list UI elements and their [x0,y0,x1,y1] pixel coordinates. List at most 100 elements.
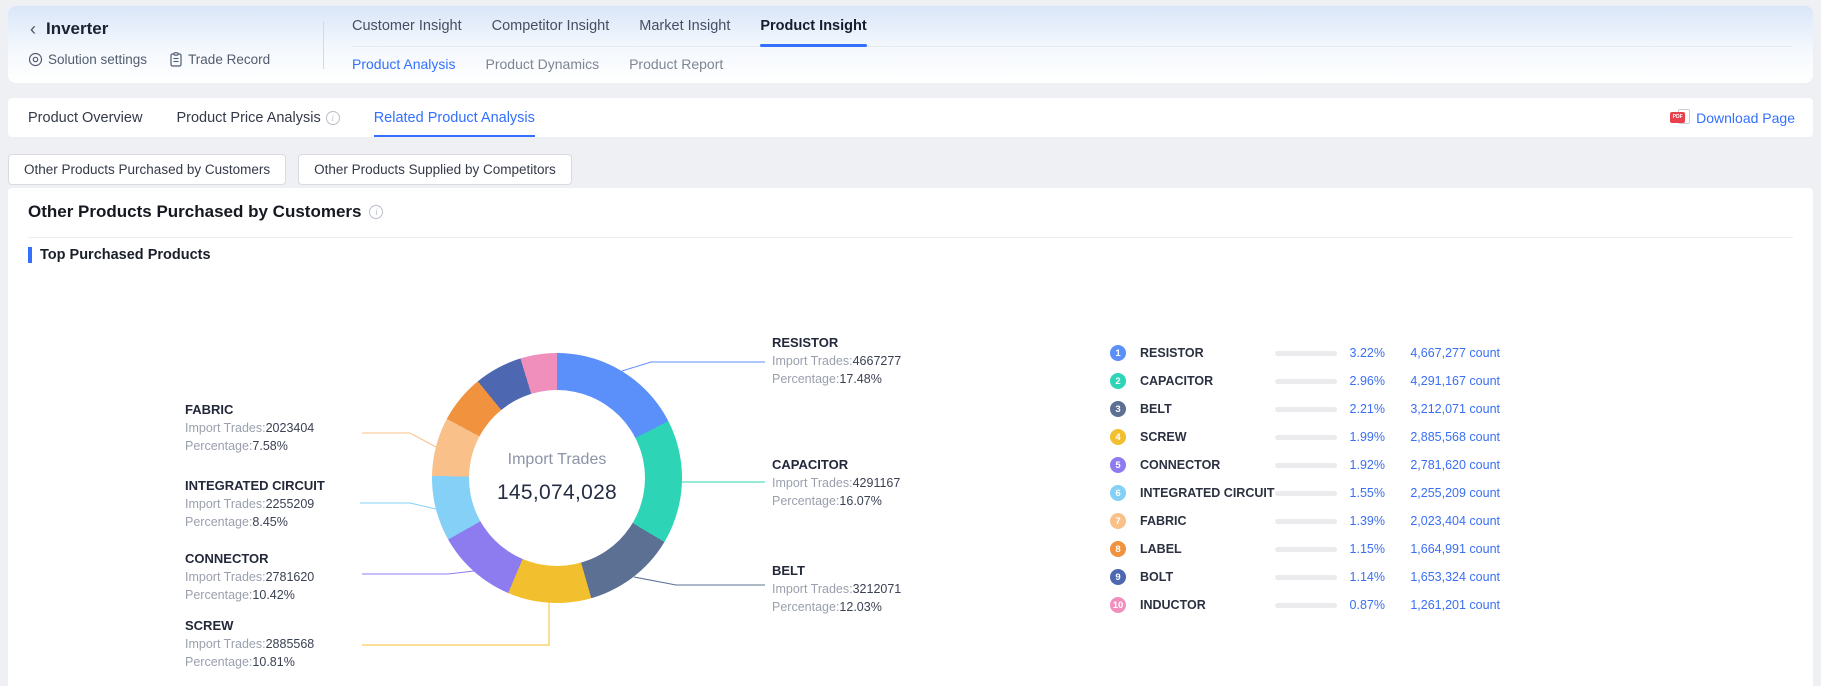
ranking-row: 10INDUCTOR0.87%1,261,201 count [1110,591,1500,619]
rank-badge: 5 [1110,457,1126,473]
chart-callout: CONNECTORImport Trades:2781620Percentage… [185,551,385,604]
page-title: Inverter [46,19,108,39]
subtab-product-dynamics[interactable]: Product Dynamics [486,56,600,72]
callout-percentage: Percentage:12.03% [772,599,972,617]
ranking-row: 8 LABEL 1.15% 1,664,991 count [1110,535,1500,563]
analysis-toolbar-card: Product Overview Product Price Analysis … [8,98,1813,137]
product-subtabs: Product Analysis Product Dynamics Produc… [352,47,1793,81]
callout-percentage: Percentage:17.48% [772,371,972,389]
rank-count: 2,023,404 count [1395,514,1500,528]
rank-count: 2,885,568 count [1395,430,1500,444]
callout-import-trades: Import Trades:3212071 [772,581,972,599]
ranking-row: 1RESISTOR3.22%4,667,277 count [1110,339,1500,367]
callout-import-trades: Import Trades:4291167 [772,475,972,493]
ranking-row: 3BELT2.21%3,212,071 count [1110,395,1500,423]
gear-icon [28,52,43,67]
rank-share-percent: 1.99% [1310,430,1385,444]
donut-center-value: 145,074,028 [497,481,617,505]
rank-count: 4,667,277 count [1395,346,1500,360]
rank-count: 2,781,620 count [1395,458,1500,472]
pdf-icon: PDF [1670,109,1690,127]
divider [28,237,1793,238]
info-icon[interactable]: i [369,205,383,219]
rank-product-name: INTEGRATED CIRCUIT [1140,486,1275,500]
subtab-product-report[interactable]: Product Report [629,56,723,72]
rank-count: 1,664,991 count [1395,542,1500,556]
rank-share-percent: 3.22% [1310,346,1385,360]
rank-share-percent: 2.21% [1310,402,1385,416]
callout-import-trades: Import Trades:2255209 [185,496,385,514]
ranking-row: 6INTEGRATED CIRCUIT1.55%2,255,209 count [1110,479,1500,507]
chart-callout: RESISTOR Import Trades:4667277Percentage:… [772,335,972,388]
trade-record-button[interactable]: Trade Record [169,52,270,67]
ranking-row: 2 CAPACITOR 2.96% 4,291,167 count [1110,367,1500,395]
donut-chart-area: Import Trades 145,074,028 FABRIC Import T… [8,270,1813,686]
chart-callout: FABRIC Import Trades:2023404Percentage:7.… [185,402,385,455]
back-icon[interactable]: ‹ [28,20,38,38]
download-page-button[interactable]: PDF Download Page [1670,98,1795,137]
donut-center: Import Trades 145,074,028 [469,390,645,566]
rank-count: 4,291,167 count [1395,374,1500,388]
rank-product-name: FABRIC [1140,514,1187,528]
tab-customer-insight[interactable]: Customer Insight [352,6,462,46]
ranking-row: 4 SCREW 1.99% 2,885,568 count [1110,423,1500,451]
rank-share-percent: 1.14% [1310,570,1385,584]
rank-product-name: LABEL [1140,542,1182,556]
rank-badge: 3 [1110,401,1126,417]
callout-percentage: Percentage:8.45% [185,514,385,532]
section-marker [28,247,32,263]
callout-product-name: CONNECTOR [185,551,385,566]
top-header-card: ‹ Inverter Solution settings Trade Recor… [8,6,1813,83]
insight-tabs: Customer Insight Competitor Insight Mark… [352,6,1793,47]
tab-related-product-analysis[interactable]: Related Product Analysis [374,98,535,137]
callout-percentage: Percentage:7.58% [185,438,385,456]
tab-competitor-insight[interactable]: Competitor Insight [492,6,610,46]
callout-import-trades: Import Trades:4667277 [772,353,972,371]
subtab-product-analysis[interactable]: Product Analysis [352,56,456,72]
rank-badge: 8 [1110,541,1126,557]
tab-market-insight[interactable]: Market Insight [639,6,730,46]
filter-buttons: Other Products Purchased by Customers Ot… [8,154,572,185]
rank-product-name: INDUCTOR [1140,598,1206,612]
rank-product-name: BOLT [1140,570,1173,584]
donut-chart[interactable]: Import Trades 145,074,028 [432,353,682,603]
rank-count: 3,212,071 count [1395,402,1500,416]
filter-supplied-by-competitors-button[interactable]: Other Products Supplied by Competitors [298,154,572,185]
main-panel: Other Products Purchased by Customers i … [8,188,1813,686]
rank-badge: 6 [1110,485,1126,501]
filter-purchased-by-customers-button[interactable]: Other Products Purchased by Customers [8,154,286,185]
rank-badge: 7 [1110,513,1126,529]
rank-product-name: SCREW [1140,430,1187,444]
panel-title: Other Products Purchased by Customers [28,202,361,222]
section-title: Top Purchased Products [40,247,211,263]
callout-import-trades: Import Trades:2885568 [185,636,385,654]
rank-share-percent: 1.39% [1310,514,1385,528]
ranking-row: 7 FABRIC 1.39% 2,023,404 count [1110,507,1500,535]
callout-percentage: Percentage:16.07% [772,493,972,511]
solution-settings-button[interactable]: Solution settings [28,52,147,67]
callout-import-trades: Import Trades:2023404 [185,420,385,438]
tab-product-insight[interactable]: Product Insight [760,6,866,46]
callout-product-name: FABRIC [185,402,385,417]
rank-badge: 2 [1110,373,1126,389]
info-icon[interactable]: i [326,111,340,125]
chart-callout: INTEGRATED CIRCUITImport Trades:2255209P… [185,478,385,531]
chart-callout: SCREWImport Trades:2885568Percentage:10.… [185,618,385,671]
rank-product-name: CAPACITOR [1140,374,1213,388]
clipboard-icon [169,52,183,67]
rank-share-percent: 1.15% [1310,542,1385,556]
ranking-row: 9BOLT1.14%1,653,324 count [1110,563,1500,591]
donut-center-label: Import Trades [508,451,607,469]
rank-badge: 4 [1110,429,1126,445]
rank-share-percent: 2.96% [1310,374,1385,388]
chart-callout: CAPACITOR Import Trades:4291167Percentage… [772,457,972,510]
chart-callout: BELTImport Trades:3212071Percentage:12.0… [772,563,972,616]
rank-product-name: RESISTOR [1140,346,1204,360]
tab-product-overview[interactable]: Product Overview [28,98,142,137]
rank-count: 1,261,201 count [1395,598,1500,612]
tab-product-price-analysis[interactable]: Product Price Analysis i [176,98,339,137]
breadcrumb: ‹ Inverter [28,19,108,39]
rank-share-percent: 0.87% [1310,598,1385,612]
callout-product-name: CAPACITOR [772,457,972,472]
callout-product-name: RESISTOR [772,335,972,350]
